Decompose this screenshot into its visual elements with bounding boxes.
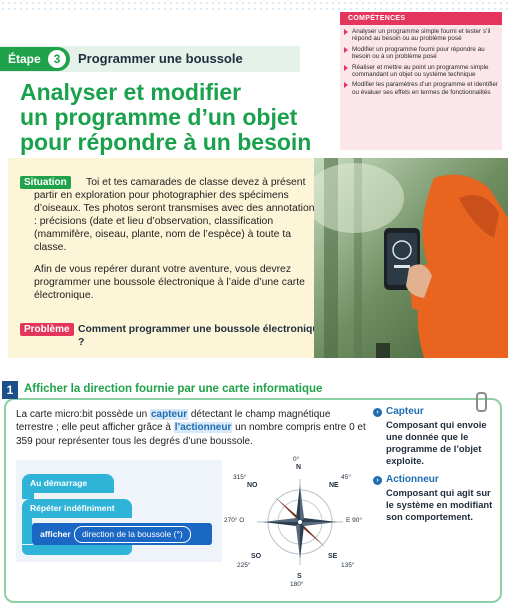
compass-south-label: S xyxy=(297,573,302,580)
section-body-text: La carte micro:bit possède un capteur dé… xyxy=(16,409,366,447)
compass-ne-label: NE xyxy=(329,482,339,489)
compass-so-degree: 225° xyxy=(237,562,251,569)
photo-hiker-with-phone xyxy=(314,158,508,358)
situation-paragraph-2: Afin de vous repérer durant votre aventu… xyxy=(34,264,305,301)
compass-no-degree: 315° xyxy=(233,474,247,481)
compass-se-label: SE xyxy=(328,553,338,560)
competences-list: Analyser un programme simple fourni et t… xyxy=(344,28,500,99)
section-title: Afficher la direction fournie par une ca… xyxy=(24,383,323,395)
situation-paragraph-1: Toi et tes camarades de classe devez à p… xyxy=(34,177,320,253)
forever-block-bottom xyxy=(22,545,132,555)
compass-heading-block: direction de la boussole (°) xyxy=(74,526,191,543)
glossary-term: Capteur xyxy=(386,406,424,417)
glossary-definition: Composant qui envoie une donnée que le p… xyxy=(386,419,487,466)
compass-n-degree: 0° xyxy=(293,456,300,463)
forever-block-side xyxy=(22,518,32,544)
compass-ne-degree: 45° xyxy=(341,474,351,481)
compass-east-label: E 90° xyxy=(346,517,362,524)
etape-number: 3 xyxy=(48,50,66,68)
glossary-definition: Composant qui agit sur le système en mod… xyxy=(386,487,493,522)
competence-item: Modifier les paramètres d’un programme e… xyxy=(344,81,500,96)
compass-west-label: 270° O xyxy=(224,517,245,524)
compass-s-degree: 180° xyxy=(290,581,304,588)
page-title: Analyser et modifier un programme d’un o… xyxy=(20,80,330,155)
situation-text: Toi et tes camarades de classe devez à p… xyxy=(34,176,324,311)
term-capteur: capteur xyxy=(149,409,189,420)
forever-block: Répéter indéfiniment xyxy=(22,499,132,518)
competence-item: Réaliser et mettre au point un programme… xyxy=(344,64,500,79)
term-actionneur: l’actionneur xyxy=(173,422,233,434)
competence-item: Analyser un programme simple fourni et t… xyxy=(344,28,500,43)
etape-title: Programmer une boussole xyxy=(78,51,243,66)
decorative-dot-pattern xyxy=(0,0,508,12)
section-number: 1 xyxy=(2,381,18,399)
page-title-line: Analyser et modifier xyxy=(20,79,242,105)
page-title-line: un programme d’un objet xyxy=(20,104,298,130)
compass-north-label: N xyxy=(296,464,302,471)
arrow-right-icon: › xyxy=(373,408,382,417)
on-start-block: Au démarrage xyxy=(22,474,114,493)
compass-so-label: SO xyxy=(251,553,262,560)
probleme-label: Problème xyxy=(20,323,74,336)
compass-se-degree: 135° xyxy=(341,562,355,569)
glossary-term: Actionneur xyxy=(386,474,439,485)
compass-no-label: NO xyxy=(247,482,258,489)
competences-header: COMPÉTENCES xyxy=(340,12,502,25)
arrow-right-icon: › xyxy=(373,476,382,485)
page-title-line: pour répondre à un besoin xyxy=(20,129,312,155)
probleme-text: Comment programmer une boussole électron… xyxy=(78,324,325,348)
competence-item: Modifier un programme fourni pour répond… xyxy=(344,46,500,61)
situation-label: Situation xyxy=(20,176,71,189)
paperclip-icon xyxy=(476,392,487,412)
